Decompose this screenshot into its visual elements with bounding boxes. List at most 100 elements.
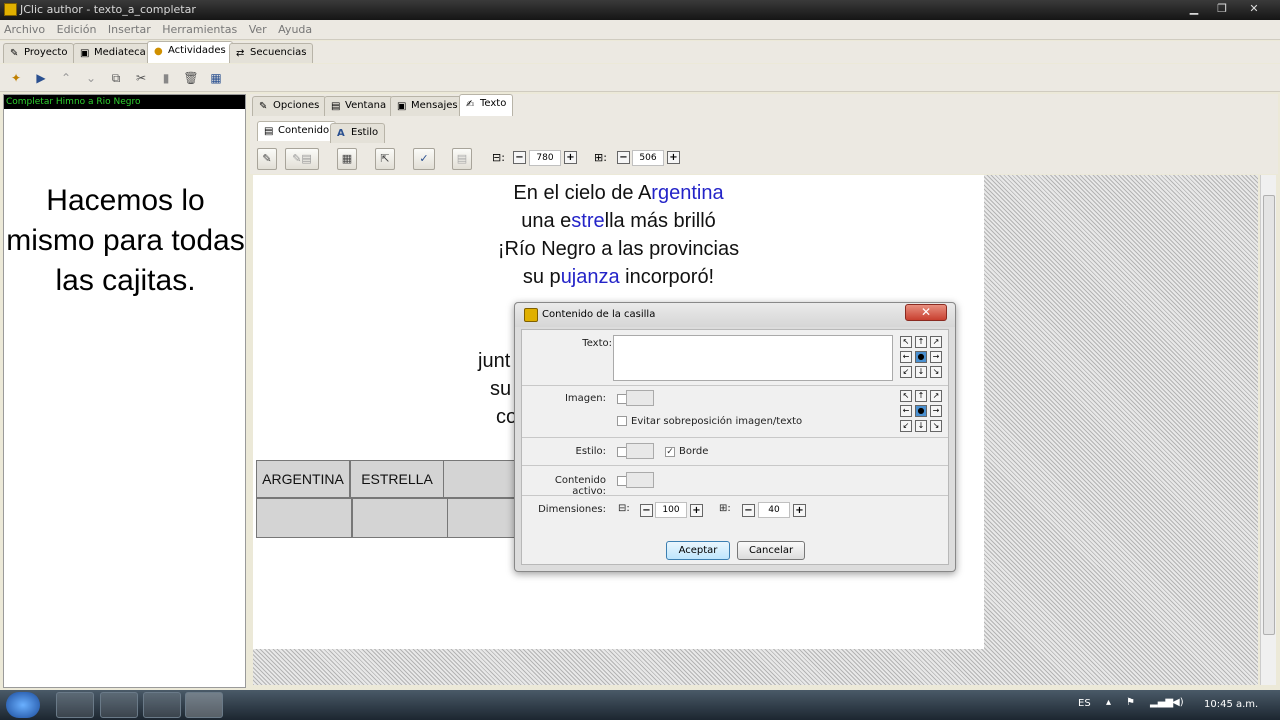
tab-secuencias[interactable]: ⇄ Secuencias [229, 43, 314, 63]
img-align-top[interactable]: ↑ [915, 390, 927, 402]
menu-edicion[interactable]: Edición [53, 20, 101, 36]
target-pujanza[interactable]: ujanza [561, 266, 620, 288]
width-value[interactable]: 780 [529, 150, 561, 166]
taskbar-chrome[interactable] [100, 692, 138, 718]
insert-list-button[interactable]: ▦ [337, 148, 357, 170]
menu-insertar[interactable]: Insertar [104, 20, 155, 36]
dialog-title-bar[interactable]: Contenido de la casilla ✕ [515, 303, 955, 327]
dimensiones-label: Dimensiones: [538, 504, 606, 515]
new-activity-icon[interactable]: ✦ [8, 70, 24, 86]
check-button[interactable]: ✓ [413, 148, 435, 170]
img-align-left[interactable]: ← [900, 405, 912, 417]
grid-icon[interactable]: ▦ [208, 70, 224, 86]
restore-icon[interactable]: ❐ [1208, 0, 1236, 18]
evitar-checkbox[interactable] [617, 416, 627, 426]
height-decrease[interactable]: − [617, 151, 630, 164]
answer-cell-empty[interactable] [352, 498, 448, 538]
texto-textarea[interactable] [613, 335, 893, 381]
tray-network-icon[interactable]: ▂▄▆ [1150, 697, 1173, 708]
taskbar-app-3[interactable] [143, 692, 181, 718]
align-top[interactable]: ↑ [915, 336, 927, 348]
cancelar-button[interactable]: Cancelar [737, 541, 805, 560]
width-increase[interactable]: + [564, 151, 577, 164]
tray-clock[interactable]: 10:45 a.m. [1204, 699, 1258, 710]
tab-opciones[interactable]: ✎ Opciones [252, 96, 327, 116]
answer-cell-empty[interactable] [447, 498, 523, 538]
answer-cell-empty[interactable] [443, 460, 523, 498]
paste-icon[interactable]: ▮ [158, 70, 174, 86]
estilo-button[interactable] [626, 443, 654, 459]
tab-proyecto[interactable]: ✎ Proyecto [3, 43, 75, 63]
answer-cell[interactable]: ARGENTINA [256, 460, 350, 498]
scrollbar-thumb[interactable] [1263, 195, 1275, 635]
tray-language[interactable]: ES [1078, 698, 1091, 709]
vertical-scrollbar[interactable] [1260, 175, 1276, 685]
img-align-right[interactable]: → [930, 405, 942, 417]
img-align-top-right[interactable]: ↗ [930, 390, 942, 402]
img-align-top-left[interactable]: ↖ [900, 390, 912, 402]
dialog-height-increase[interactable]: + [793, 504, 806, 517]
target-estrella[interactable]: stre [571, 210, 604, 232]
poem-line-7: co [496, 406, 518, 428]
menu-ver[interactable]: Ver [245, 20, 271, 36]
tab-ventana[interactable]: ▤ Ventana [324, 96, 394, 116]
img-align-bottom-left[interactable]: ↙ [900, 420, 912, 432]
tab-actividades[interactable]: ● Actividades [147, 41, 233, 63]
answer-cell-empty[interactable] [256, 498, 352, 538]
dialog-width-value[interactable]: 100 [655, 502, 687, 518]
minimize-icon[interactable]: ▁ [1180, 0, 1208, 18]
tab-texto[interactable]: ✍ Texto [459, 94, 514, 116]
dialog-height-decrease[interactable]: − [742, 504, 755, 517]
cut-icon[interactable]: ✂ [133, 70, 149, 86]
tray-volume-icon[interactable]: ◀) [1172, 697, 1184, 708]
img-align-bottom[interactable]: ↓ [915, 420, 927, 432]
taskbar-jclic[interactable] [185, 692, 223, 718]
dialog-height-value[interactable]: 40 [758, 502, 790, 518]
align-center[interactable]: ● [915, 351, 927, 363]
align-bottom-right[interactable]: ↘ [930, 366, 942, 378]
divider [522, 437, 948, 438]
delete-icon[interactable]: 🗑 [183, 70, 199, 86]
taskbar-app-1[interactable] [56, 692, 94, 718]
copy-icon[interactable]: ⧉ [108, 70, 124, 86]
tab-mediateca[interactable]: ▣ Mediateca [73, 43, 153, 63]
menu-archivo[interactable]: Archivo [0, 20, 49, 36]
tray-expand-icon[interactable]: ▴ [1106, 697, 1111, 708]
dialog-width-decrease[interactable]: − [640, 504, 653, 517]
subtab-estilo[interactable]: A Estilo [330, 123, 386, 143]
align-right[interactable]: → [930, 351, 942, 363]
edit-pencil-button[interactable]: ✎ [257, 148, 277, 170]
align-left[interactable]: ← [900, 351, 912, 363]
dialog-width-increase[interactable]: + [690, 504, 703, 517]
move-down-icon[interactable]: ⌄ [83, 70, 99, 86]
tab-mensajes[interactable]: ▣ Mensajes [390, 96, 465, 116]
move-up-icon[interactable]: ⌃ [58, 70, 74, 86]
close-icon[interactable]: ✕ [1240, 0, 1268, 18]
start-button[interactable] [6, 692, 40, 718]
subtab-contenido[interactable]: ▤ Contenido [257, 121, 337, 141]
align-top-right[interactable]: ↗ [930, 336, 942, 348]
borde-checkbox[interactable]: ✓ [665, 447, 675, 457]
edit-target-button[interactable]: ✎▤ [285, 148, 319, 170]
dialog-close-icon[interactable]: ✕ [905, 304, 947, 321]
aceptar-button[interactable]: Aceptar [666, 541, 730, 560]
activities-icon: ● [154, 46, 163, 57]
menu-ayuda[interactable]: Ayuda [274, 20, 316, 36]
play-icon[interactable]: ▶ [33, 70, 49, 86]
align-bottom-left[interactable]: ↙ [900, 366, 912, 378]
align-top-left[interactable]: ↖ [900, 336, 912, 348]
img-align-bottom-right[interactable]: ↘ [930, 420, 942, 432]
answer-cell[interactable]: ESTRELLA [350, 460, 444, 498]
insert-target-button[interactable]: ⇱ [375, 148, 395, 170]
menu-herramientas[interactable]: Herramientas [158, 20, 241, 36]
target-argentina[interactable]: rgentina [651, 182, 723, 204]
width-decrease[interactable]: − [513, 151, 526, 164]
activity-list-item[interactable]: Completar Himno a Rio Negro [4, 95, 245, 109]
imagen-button[interactable] [626, 390, 654, 406]
tray-action-center-icon[interactable]: ⚑ [1126, 697, 1135, 708]
contenido-activo-button[interactable] [626, 472, 654, 488]
height-increase[interactable]: + [667, 151, 680, 164]
img-align-center[interactable]: ● [915, 405, 927, 417]
align-bottom[interactable]: ↓ [915, 366, 927, 378]
height-value[interactable]: 506 [632, 150, 664, 166]
